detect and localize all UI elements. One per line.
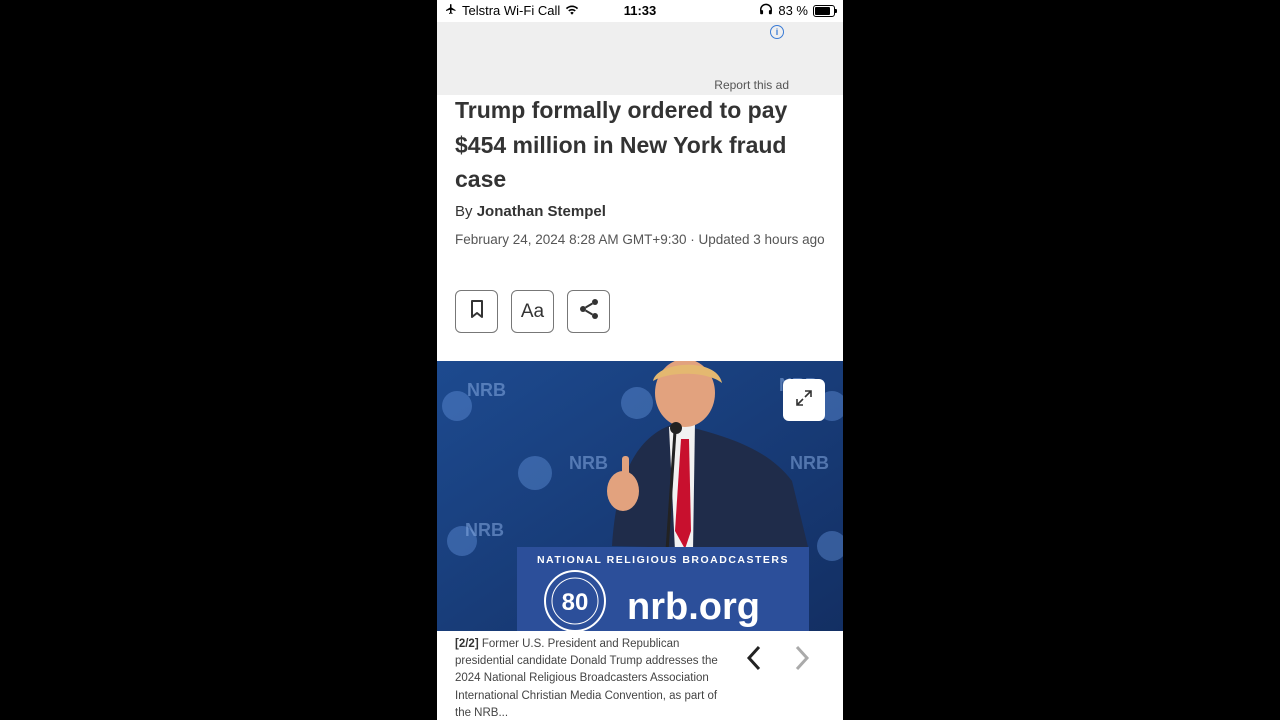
backdrop-text: NRB: [467, 380, 506, 400]
chevron-left-icon: [746, 645, 762, 676]
podium-badge: 80: [562, 589, 589, 616]
share-button[interactable]: [567, 290, 610, 333]
phone-screen: Telstra Wi-Fi Call 11:33 83 % i Report t…: [437, 0, 843, 720]
text-size-button[interactable]: Aa: [511, 290, 554, 333]
bookmark-button[interactable]: [455, 290, 498, 333]
caption-text: Former U.S. President and Republican pre…: [455, 638, 718, 719]
backdrop-text: NRB: [790, 453, 829, 473]
headphones-icon: [759, 3, 773, 18]
previous-image-button[interactable]: [739, 645, 769, 675]
photo-caption: [2/2] Former U.S. President and Republic…: [455, 636, 723, 720]
text-size-label: Aa: [520, 300, 545, 322]
article-toolbar: Aa: [455, 290, 610, 333]
bookmark-icon: [470, 300, 484, 323]
article-headline: Trump formally ordered to pay $454 milli…: [455, 97, 788, 192]
next-image-button[interactable]: [787, 645, 817, 675]
report-ad-link[interactable]: Report this ad: [714, 78, 789, 92]
ad-info-icon[interactable]: i: [770, 25, 784, 39]
article-photo[interactable]: NRB NRB NRB NRB NRB NATIONAL RELIGIOUS B…: [437, 361, 843, 631]
author-link[interactable]: Jonathan Stempel: [477, 203, 606, 220]
expand-icon: [795, 389, 813, 412]
byline: By Jonathan Stempel: [455, 203, 606, 220]
battery-icon: [813, 4, 837, 17]
expand-image-button[interactable]: [783, 379, 825, 421]
battery-percent: 83 %: [778, 3, 808, 18]
chevron-right-icon: [794, 645, 810, 676]
status-bar: Telstra Wi-Fi Call 11:33 83 %: [437, 0, 843, 22]
podium-banner: NATIONAL RELIGIOUS BROADCASTERS: [537, 554, 789, 566]
backdrop-text: NRB: [465, 520, 504, 540]
dateline: February 24, 2024 8:28 AM GMT+9:30 · Upd…: [455, 232, 825, 247]
podium-site: nrb.org: [627, 586, 760, 628]
share-icon: [577, 297, 601, 326]
byline-prefix: By: [455, 203, 473, 220]
backdrop-text: NRB: [569, 453, 608, 473]
caption-counter: [2/2]: [455, 638, 479, 650]
ad-banner[interactable]: i Report this ad: [437, 22, 843, 95]
